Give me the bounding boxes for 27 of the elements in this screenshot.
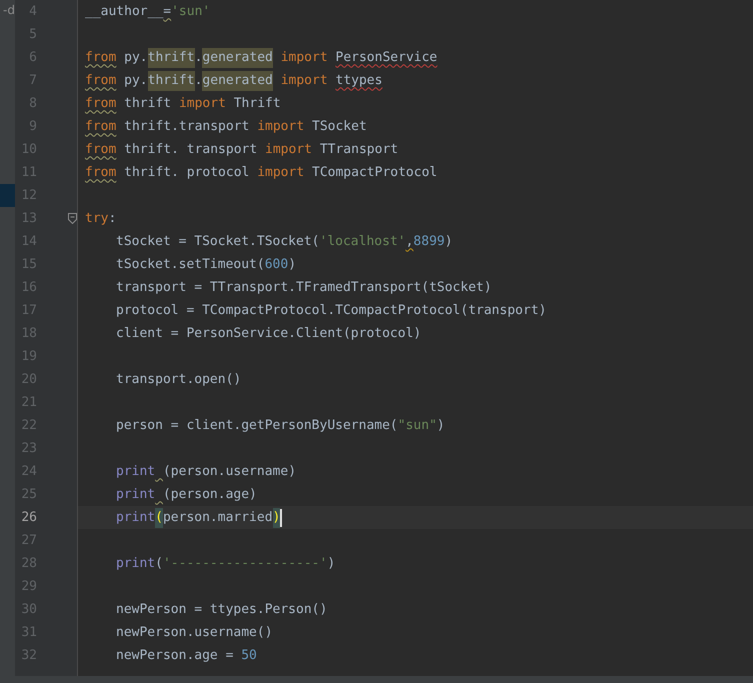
code-line: protocol = TCompactProtocol.TCompactProtocol(transport) <box>115 302 546 320</box>
code-line: from py.thrift.generated import PersonService <box>85 48 438 68</box>
code-line: transport = TTransport.TFramedTransport(tSocket) <box>115 278 492 296</box>
code-line: print (person.username) <box>115 462 296 480</box>
text-cursor <box>280 508 282 526</box>
panel-label: -d <box>3 3 15 17</box>
code-line: newPerson.username() <box>115 624 273 642</box>
code-line: transport.open() <box>115 370 242 388</box>
code-line: from thrift.transport import TSocket <box>85 118 367 136</box>
code-line: print(person.married) <box>85 508 280 528</box>
fold-icon[interactable] <box>68 213 77 224</box>
code-line: newPerson = ttypes.Person() <box>115 600 328 618</box>
code-line: client = PersonService.Client(protocol) <box>115 324 422 342</box>
code-line: from thrift import Thrift <box>85 94 281 112</box>
code-line: newPerson.age = 50 <box>115 646 257 664</box>
code-line: from thrift. protocol import TCompactProtocol <box>85 164 438 182</box>
code-line: from thrift. transport import TTransport <box>85 140 398 158</box>
code-line: person = client.getPersonByUsername("sun") <box>115 416 445 434</box>
horizontal-scrollbar[interactable] <box>0 676 753 683</box>
code-line: tSocket.setTimeout(600) <box>115 256 296 274</box>
code-line: from py.thrift.generated import ttypes <box>85 70 382 90</box>
code-line: print (person.age) <box>115 486 257 504</box>
code-line: tSocket = TSocket.TSocket('localhost',8899) <box>115 232 453 250</box>
code-line: try: <box>85 210 116 228</box>
line-number: 26 <box>20 509 37 527</box>
code-line: print('-------------------') <box>115 554 336 572</box>
code-line: __author__='sun' <box>85 2 210 20</box>
